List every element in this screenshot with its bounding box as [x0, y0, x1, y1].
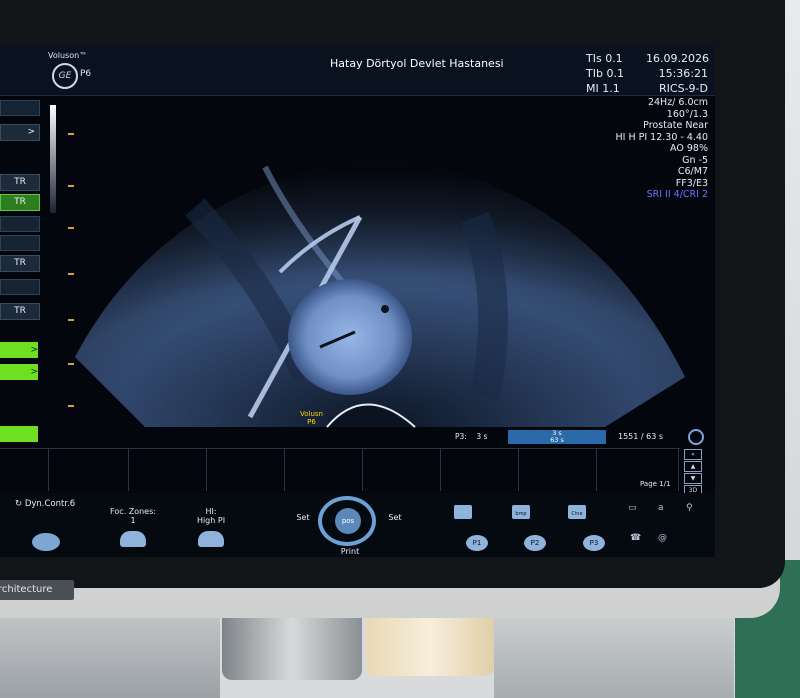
pager-up-icon[interactable]: ▲ [684, 461, 702, 472]
panel-arrow-button[interactable]: > [0, 124, 40, 141]
param-tib: TIb 0.1 [586, 67, 624, 80]
panel-bar [0, 216, 40, 232]
ultrasound-image [75, 157, 685, 428]
tr-button-2[interactable]: TR [0, 194, 40, 211]
gear-icon[interactable] [688, 429, 704, 445]
status-green-2[interactable]: > [0, 364, 38, 380]
pager-first-icon[interactable]: « [684, 449, 702, 460]
model-label: P6 [80, 69, 92, 79]
tr-button-1[interactable]: TR [0, 174, 40, 191]
hospital-name: Hatay Dörtyol Devlet Hastanesi [330, 57, 504, 70]
control-bar: ↻ Dyn.Contr.6 Foc. Zones: 1 HI: High PI … [0, 493, 715, 557]
stand-cylinder [222, 618, 362, 680]
param-line: AO 98% [670, 143, 708, 154]
pos-trackball[interactable]: pos [318, 496, 380, 548]
param-line: HI H PI 12.30 - 4.40 [615, 131, 709, 143]
param-line: 160°/1.3 [666, 108, 708, 120]
brand-label: Voluson™ [48, 51, 88, 60]
p-label: P3: [455, 432, 467, 441]
p2-button[interactable]: P2 [524, 535, 546, 551]
thumbnail-strip [0, 448, 680, 491]
page-indicator: Page 1/1 [640, 480, 671, 488]
probe-label-bottom: P6 [307, 418, 316, 426]
hi-knob[interactable] [198, 531, 224, 547]
phone-icon[interactable]: ☎ [630, 533, 641, 543]
probe-name: RICS-9-D [659, 82, 708, 95]
pager-down-icon[interactable]: ▼ [684, 473, 702, 484]
print-button[interactable]: Print [332, 547, 368, 556]
date: 16.09.2026 [646, 52, 709, 65]
pager-controls: « ▲ ▼ 3D [684, 449, 702, 497]
date-time: 16.09.2026 15:36:21 RICS-9-D [646, 51, 709, 96]
monitor-icon[interactable]: ▭ [628, 503, 637, 513]
param-line: 24Hz/ 6.0cm [647, 97, 708, 108]
set-right-button[interactable]: Set [384, 513, 406, 522]
cine-count: 1551 / 63 s [618, 432, 664, 441]
print-icon[interactable] [454, 505, 472, 519]
time: 15:36:21 [658, 67, 708, 80]
param-line: Gn -5 [682, 154, 708, 166]
top-bar: Voluson™ GE P6 Hatay Dörtyol Devlet Hast… [0, 45, 715, 96]
param-tis: TIs 0.1 [586, 52, 623, 65]
panel-bar [0, 235, 40, 251]
cine-status: P3: 3 s [455, 432, 487, 441]
set-left-button[interactable]: Set [292, 513, 314, 522]
p3-button[interactable]: P3 [583, 535, 605, 551]
dyn-contr-knob[interactable] [32, 533, 60, 551]
tr-button-3[interactable]: TR [0, 255, 40, 272]
param-line: FF3/E3 [675, 177, 708, 189]
microphone-icon[interactable]: ⚲ [686, 503, 693, 513]
save-cine-icon[interactable]: Cine [568, 505, 586, 519]
foc-zones-label: Foc. Zones: 1 [110, 507, 156, 525]
save-bmp-icon[interactable]: bmp [512, 505, 530, 519]
ultrasound-screen: Voluson™ GE P6 Hatay Dörtyol Devlet Hast… [0, 45, 715, 557]
param-line: Prostate Near [643, 120, 708, 131]
panel-bar [0, 100, 40, 116]
panel-bar [0, 279, 40, 295]
stand-cream-block [366, 618, 494, 676]
foc-zones-knob[interactable] [120, 531, 146, 547]
ge-logo-icon: GE [52, 63, 78, 89]
probe-label-top: Volusn [300, 410, 323, 418]
cine-bottom: 63 s [550, 436, 564, 444]
brand-strip: rchitecture [0, 580, 74, 600]
p1-button[interactable]: P1 [466, 535, 488, 551]
status-green-3[interactable] [0, 426, 38, 442]
font-icon[interactable]: a [658, 503, 664, 513]
param-line-highlight: SRI II 4/CRI 2 [646, 189, 708, 200]
pos-core: pos [335, 508, 361, 534]
at-icon[interactable]: @ [658, 533, 667, 543]
scan-parameters: 24Hz/ 6.0cm 160°/1.3 Prostate Near HI H … [610, 97, 709, 201]
param-line: C6/M7 [677, 166, 708, 177]
p-value: 3 s [476, 432, 488, 441]
dyn-contr-label: ↻ Dyn.Contr.6 [15, 499, 76, 509]
param-mi: MI 1.1 [586, 82, 620, 95]
hi-label: HI: High PI [196, 507, 226, 525]
probe-label: Volusn P6 [300, 410, 323, 426]
safety-params: TIs 0.1 TIb 0.1 MI 1.1 [586, 51, 624, 96]
cine-bar[interactable]: 3 s 63 s [508, 430, 606, 444]
tr-button-4[interactable]: TR [0, 303, 40, 320]
status-green-1[interactable]: > [0, 342, 38, 358]
monitor-stand-right [494, 618, 734, 698]
monitor-stand [0, 618, 220, 698]
